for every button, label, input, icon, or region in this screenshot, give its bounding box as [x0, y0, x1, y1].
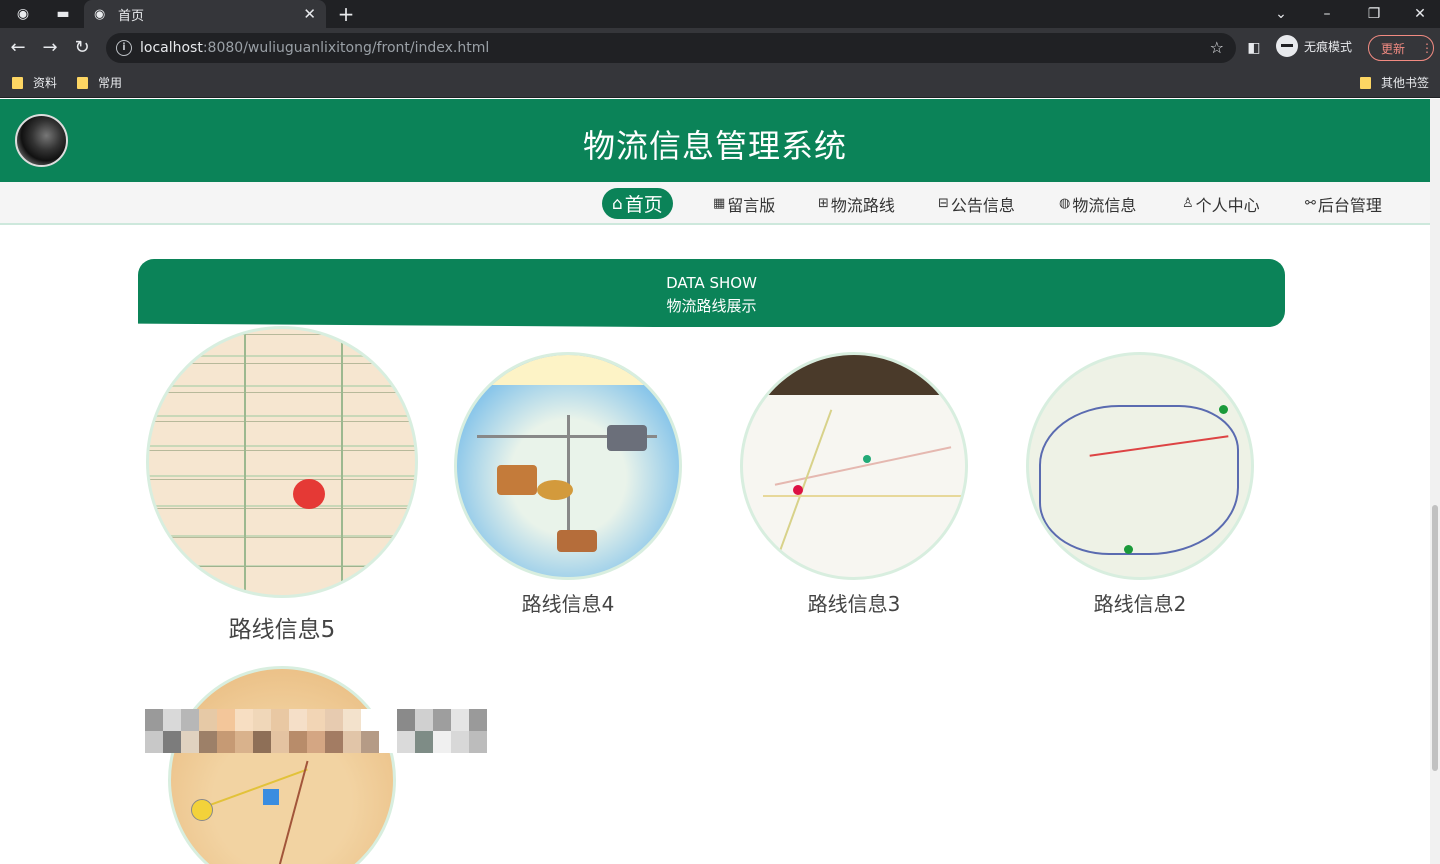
- other-bookmarks[interactable]: 其他书签: [1360, 74, 1429, 91]
- folder-icon: [1360, 76, 1371, 89]
- route-card-1[interactable]: [168, 666, 396, 864]
- new-tab-icon[interactable]: +: [337, 4, 355, 24]
- tab-close-icon[interactable]: ✕: [303, 5, 316, 23]
- close-window-icon[interactable]: ✕: [1411, 5, 1429, 23]
- more-menu-icon[interactable]: ⋮: [1421, 41, 1433, 55]
- nav-logistics-info[interactable]: ◍ 物流信息: [1059, 188, 1136, 219]
- page-viewport: 物流信息管理系统 ⌂ 首页 ▦ 留言版 ⊞ 物流路线 ⊟ 公告信息 ◍ 物流信息 ♙ 个人中…: [0, 99, 1430, 864]
- section-title-cn: 物流路线展示: [666, 297, 757, 315]
- tab-title: 首页: [118, 8, 145, 24]
- browser-tab[interactable]: ◉ 首页 ✕: [84, 0, 326, 28]
- route-caption: 路线信息5: [228, 617, 336, 643]
- pixelated-region: [145, 709, 487, 753]
- side-panel-icon[interactable]: ◧: [1243, 37, 1265, 59]
- site-title: 物流信息管理系统: [582, 127, 847, 165]
- other-bookmarks-label: 其他书签: [1381, 76, 1430, 90]
- bookmark-label: 常用: [98, 76, 123, 90]
- update-label: 更新: [1381, 41, 1406, 56]
- forward-icon[interactable]: →: [39, 37, 61, 59]
- tab-list-chevron-icon[interactable]: ⌄: [1272, 5, 1290, 23]
- nav-profile[interactable]: ♙ 个人中心: [1182, 188, 1260, 219]
- bookmark-folder-2[interactable]: 常用: [77, 74, 122, 91]
- bookmark-star-icon[interactable]: ☆: [1210, 38, 1224, 57]
- update-button[interactable]: 更新 ⋮: [1368, 35, 1434, 61]
- main-nav: ⌂ 首页 ▦ 留言版 ⊞ 物流路线 ⊟ 公告信息 ◍ 物流信息 ♙ 个人中心 ⚯ 后台管理: [0, 182, 1430, 225]
- back-icon[interactable]: ←: [7, 37, 29, 59]
- folder-icon: [77, 76, 88, 89]
- restore-icon[interactable]: ❐: [1365, 5, 1383, 23]
- minimize-icon[interactable]: –: [1318, 5, 1336, 23]
- browser-tab-bar: ◉ ▬ ◉ 首页 ✕ + ⌄ – ❐ ✕: [0, 0, 1440, 28]
- nav-home[interactable]: ⌂ 首页: [602, 188, 673, 219]
- link-icon: ⚯: [1305, 196, 1316, 211]
- site-info-icon[interactable]: i: [116, 40, 132, 56]
- nav-announcements[interactable]: ⊟ 公告信息: [938, 188, 1015, 219]
- cursor-highlight: [293, 479, 325, 509]
- incognito-indicator[interactable]: 无痕模式: [1276, 35, 1352, 57]
- browser-toolbar: ← → ↻ i localhost:8080/wuliuguanlixitong…: [0, 28, 1440, 68]
- nav-label: 物流信息: [1072, 195, 1137, 215]
- announcement-icon: ⊟: [938, 196, 949, 211]
- bookmark-label: 资料: [33, 76, 58, 90]
- grid-icon: ▦: [713, 196, 726, 211]
- route-caption: 路线信息4: [521, 592, 615, 616]
- route-caption: 路线信息2: [1093, 592, 1187, 616]
- url-host: localhost: [140, 40, 203, 56]
- nav-admin[interactable]: ⚯ 后台管理: [1305, 188, 1382, 219]
- bookmark-folder-1[interactable]: 资料: [12, 74, 57, 91]
- user-icon: ♙: [1182, 196, 1194, 211]
- route-image-1[interactable]: [168, 666, 396, 864]
- routes-icon: ⊞: [818, 196, 829, 211]
- address-bar[interactable]: i localhost:8080/wuliuguanlixitong/front…: [106, 33, 1236, 63]
- browser-globe-icon: ◉: [16, 6, 30, 22]
- route-image-3[interactable]: [740, 352, 968, 580]
- reload-icon[interactable]: ↻: [71, 37, 93, 59]
- nav-label: 后台管理: [1317, 195, 1382, 215]
- section-banner: DATA SHOW 物流路线展示: [138, 259, 1285, 327]
- nav-label: 公告信息: [950, 195, 1015, 215]
- nav-label: 个人中心: [1195, 195, 1260, 215]
- site-header: 物流信息管理系统: [0, 99, 1430, 182]
- bookmarks-bar: 资料 常用 其他书签: [0, 68, 1440, 98]
- page-globe-icon: ◉: [94, 7, 106, 22]
- nav-label: 首页: [624, 194, 663, 216]
- route-image-4[interactable]: [454, 352, 682, 580]
- globe-icon: ◍: [1059, 196, 1071, 211]
- route-image-2[interactable]: [1026, 352, 1254, 580]
- section-title-en: DATA SHOW: [666, 274, 757, 292]
- home-icon: ⌂: [612, 193, 623, 214]
- incognito-icon: [1276, 35, 1298, 57]
- url-path: :8080/wuliuguanlixitong/front/index.html: [202, 40, 490, 56]
- incognito-label: 无痕模式: [1304, 39, 1353, 54]
- route-card-4[interactable]: 路线信息4: [454, 352, 682, 617]
- route-card-5[interactable]: 路线信息5: [146, 326, 418, 644]
- folder-icon: [12, 76, 23, 89]
- nav-label: 留言版: [727, 195, 776, 215]
- route-image-5[interactable]: [146, 326, 418, 598]
- route-caption: 路线信息3: [807, 592, 901, 616]
- nav-label: 物流路线: [830, 195, 895, 215]
- tab-search-icon[interactable]: ▬: [54, 5, 72, 23]
- scrollbar-thumb[interactable]: [1432, 505, 1438, 771]
- nav-messages[interactable]: ▦ 留言版: [713, 188, 775, 219]
- route-card-2[interactable]: 路线信息2: [1026, 352, 1254, 617]
- page-scrollbar[interactable]: [1430, 99, 1440, 864]
- route-card-3[interactable]: 路线信息3: [740, 352, 968, 617]
- nav-routes[interactable]: ⊞ 物流路线: [818, 188, 895, 219]
